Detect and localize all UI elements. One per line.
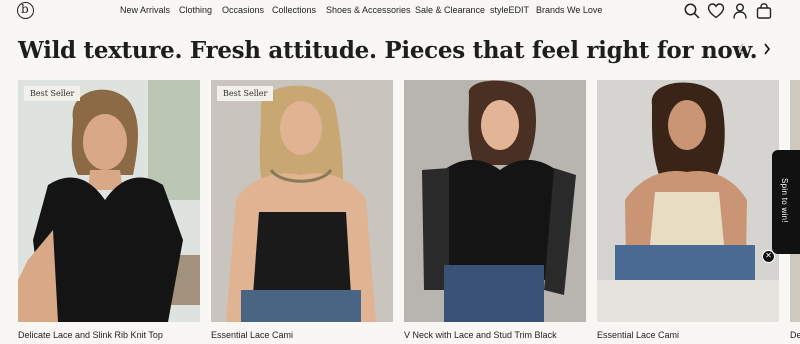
brand-logo-letter: b (21, 2, 29, 16)
nav-sale-clearance[interactable]: Sale & Clearance (415, 5, 490, 15)
product-card[interactable] (404, 80, 586, 322)
product-image (211, 80, 393, 322)
account-icon[interactable] (731, 2, 749, 20)
best-seller-badge: Best Seller (217, 86, 274, 101)
nav-clothing[interactable]: Clothing (179, 5, 222, 15)
product-card[interactable]: Best Seller (18, 80, 200, 322)
close-icon: ✕ (765, 251, 772, 260)
promo-close-button[interactable]: ✕ (762, 250, 775, 263)
chevron-right-icon (764, 43, 771, 55)
brand-logo[interactable]: b (17, 2, 34, 19)
heart-icon[interactable] (707, 2, 725, 20)
product-name[interactable]: Delicate Lace and Slink Rib Knit Top (18, 330, 163, 340)
nav-collections[interactable]: Collections (272, 5, 326, 15)
bag-icon[interactable] (755, 2, 773, 20)
best-seller-badge: Best Seller (24, 86, 81, 101)
nav-styleedit[interactable]: styleEDIT (490, 5, 536, 15)
product-card[interactable] (597, 80, 779, 322)
nav-brands-we-love[interactable]: Brands We Love (536, 5, 602, 15)
header-icons (683, 2, 773, 20)
nav-occasions[interactable]: Occasions (222, 5, 272, 15)
section-headline: Wild texture. Fresh attitude. Pieces tha… (18, 37, 758, 64)
product-image (18, 80, 200, 322)
product-card[interactable]: Best Seller (211, 80, 393, 322)
spin-to-win-tab[interactable]: Spin to win! (772, 150, 800, 254)
product-image (404, 80, 586, 322)
product-image (597, 80, 779, 322)
main-nav: New Arrivals Clothing Occasions Collecti… (120, 5, 602, 15)
product-name[interactable]: De (790, 330, 800, 340)
product-name[interactable]: V Neck with Lace and Stud Trim Black (404, 330, 557, 340)
chevron-left-icon (738, 43, 744, 55)
site-header: b New Arrivals Clothing Occasions Collec… (0, 0, 800, 22)
product-name[interactable]: Essential Lace Cami (211, 330, 293, 340)
spin-to-win-label: Spin to win! (780, 178, 789, 223)
carousel-next-button[interactable] (762, 42, 772, 61)
nav-shoes-accessories[interactable]: Shoes & Accessories (326, 5, 415, 15)
product-name[interactable]: Essential Lace Cami (597, 330, 679, 340)
nav-new-arrivals[interactable]: New Arrivals (120, 5, 179, 15)
carousel-prev-button[interactable] (736, 42, 746, 61)
search-icon[interactable] (683, 2, 701, 20)
